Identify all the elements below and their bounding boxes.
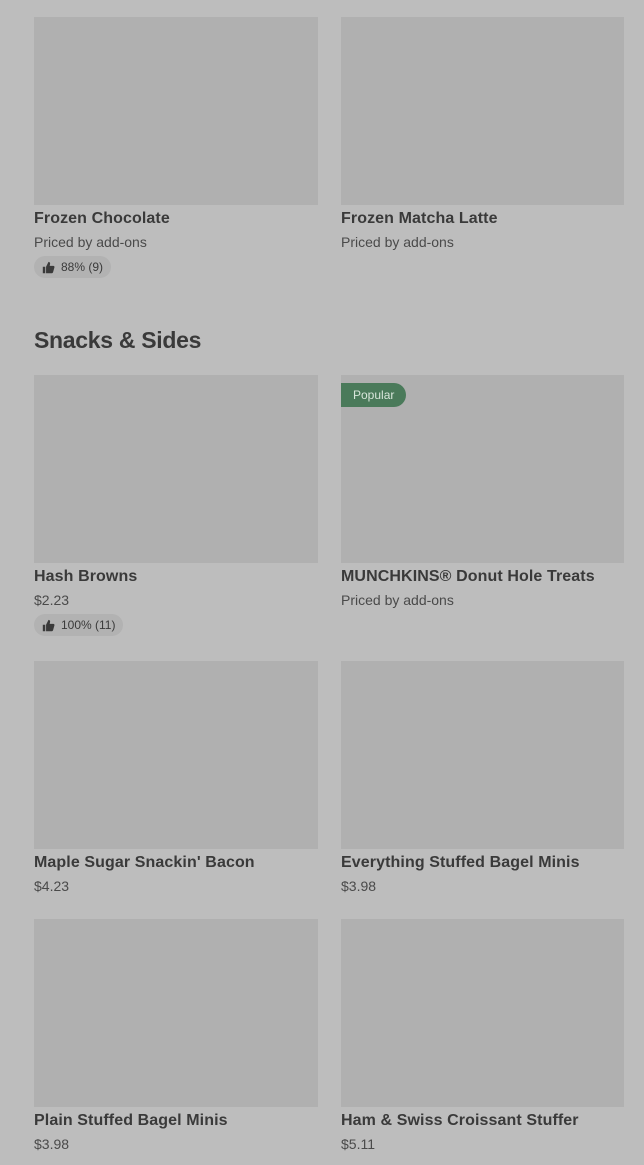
- rating-badge: 88% (9): [34, 256, 112, 278]
- rating-text: 88% (9): [61, 260, 104, 274]
- item-image[interactable]: Popular: [341, 375, 624, 563]
- item-image[interactable]: [34, 919, 318, 1107]
- item-name: Hash Browns: [34, 568, 138, 585]
- item-image[interactable]: [34, 661, 318, 849]
- item-image[interactable]: [34, 375, 318, 563]
- menu-item-ham-swiss-croissant[interactable]: Ham & Swiss Croissant Stuffer $5.11: [341, 919, 624, 1152]
- item-image[interactable]: [34, 17, 318, 205]
- item-image[interactable]: [341, 661, 624, 849]
- item-name: MUNCHKINS® Donut Hole Treats: [341, 568, 595, 585]
- item-price: $3.98: [34, 1136, 70, 1152]
- item-image[interactable]: [341, 919, 624, 1107]
- rating-badge: 100% (11): [34, 614, 124, 636]
- rating-text: 100% (11): [61, 618, 116, 632]
- item-price: Priced by add-ons: [341, 234, 454, 250]
- item-price: Priced by add-ons: [341, 592, 454, 608]
- item-name: Ham & Swiss Croissant Stuffer: [341, 1112, 579, 1129]
- item-price: $5.11: [341, 1136, 375, 1152]
- item-name: Frozen Chocolate: [34, 210, 170, 227]
- menu-item-frozen-matcha-latte[interactable]: Frozen Matcha Latte Priced by add-ons: [341, 17, 624, 250]
- menu-item-maple-bacon[interactable]: Maple Sugar Snackin' Bacon $4.23: [34, 661, 318, 894]
- popular-badge: Popular: [341, 383, 407, 407]
- item-image[interactable]: [341, 17, 624, 205]
- item-price: $2.23: [34, 592, 70, 608]
- menu-item-hash-browns[interactable]: Hash Browns $2.23 100% (11): [34, 375, 318, 637]
- menu-item-frozen-chocolate[interactable]: Frozen Chocolate Priced by add-ons 88% (…: [34, 17, 318, 279]
- item-name: Frozen Matcha Latte: [341, 210, 498, 227]
- item-price: $3.98: [341, 878, 377, 894]
- section-title-snacks: Snacks & Sides: [34, 327, 202, 353]
- item-name: Maple Sugar Snackin' Bacon: [34, 854, 255, 871]
- item-price: Priced by add-ons: [34, 234, 147, 250]
- thumbs-up-icon: [42, 261, 55, 273]
- menu-item-everything-bagel-minis[interactable]: Everything Stuffed Bagel Minis $3.98: [341, 661, 624, 894]
- item-price: $4.23: [34, 878, 70, 894]
- thumbs-up-icon: [42, 619, 55, 631]
- item-name: Plain Stuffed Bagel Minis: [34, 1112, 228, 1129]
- menu-item-munchkins[interactable]: Popular MUNCHKINS® Donut Hole Treats Pri…: [341, 375, 624, 608]
- item-name: Everything Stuffed Bagel Minis: [341, 854, 580, 871]
- menu-item-plain-bagel-minis[interactable]: Plain Stuffed Bagel Minis $3.98: [34, 919, 318, 1152]
